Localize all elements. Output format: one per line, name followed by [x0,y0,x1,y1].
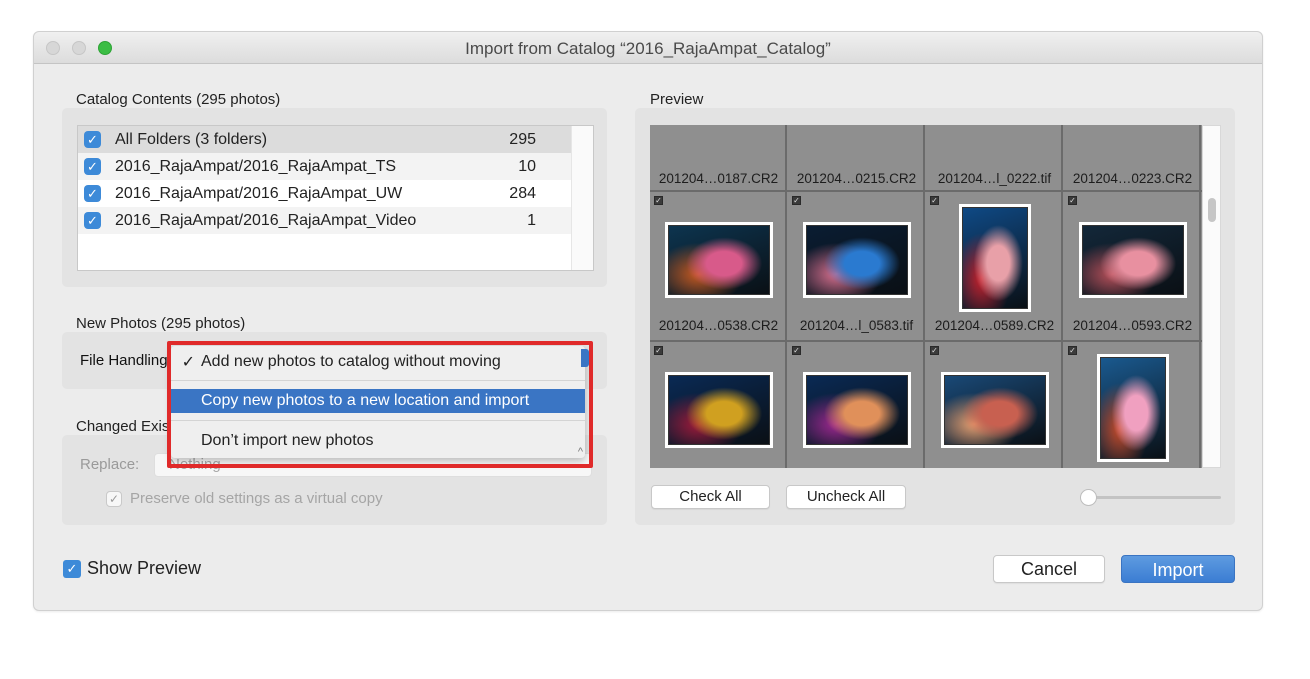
folder-checkbox[interactable]: ✓ [84,212,101,229]
folder-list-scrollbar[interactable] [571,126,593,270]
folder-checkbox[interactable]: ✓ [84,158,101,175]
title-bar: Import from Catalog “2016_RajaAmpat_Cata… [34,32,1262,64]
check-all-button[interactable]: Check All [651,485,770,509]
window-title: Import from Catalog “2016_RajaAmpat_Cata… [34,39,1262,59]
folder-checkbox[interactable]: ✓ [84,185,101,202]
thumbnail-cell[interactable]: ✓ 201204…0593.CR2 [1064,192,1201,340]
import-button[interactable]: Import [1121,555,1235,583]
folder-name: All Folders (3 folders) [115,131,476,149]
slider-knob[interactable] [1080,489,1097,506]
thumbnail-checkbox[interactable]: ✓ [792,196,801,205]
thumbnail-cell[interactable]: 201204…0223.CR2 [1064,125,1201,193]
thumbnail-checkbox[interactable]: ✓ [654,196,663,205]
show-preview-checkbox[interactable]: ✓ [63,560,81,578]
folder-name: 2016_RajaAmpat/2016_RajaAmpat_UW [115,185,476,203]
thumbnail-checkbox[interactable]: ✓ [930,196,939,205]
thumbnail-filename: 201204…0593.CR2 [1064,318,1201,333]
thumbnail-cell[interactable]: ✓ [650,342,787,468]
thumbnail-checkbox[interactable]: ✓ [792,346,801,355]
photo-thumbnail[interactable] [1079,222,1187,298]
thumbnail-cell[interactable]: 201204…l_0222.tif [926,125,1063,193]
photo-thumbnail[interactable] [665,372,773,448]
scrollbar-thumb[interactable] [1208,198,1216,222]
thumbnail-filename: 201204…0223.CR2 [1064,171,1201,186]
folder-row[interactable]: ✓ 2016_RajaAmpat/2016_RajaAmpat_Video 1 [78,207,572,234]
thumbnail-filename: 201204…0187.CR2 [650,171,787,186]
thumbnail-cell[interactable]: ✓ [926,342,1063,468]
folder-row[interactable]: ✓ 2016_RajaAmpat/2016_RajaAmpat_UW 284 [78,180,572,207]
thumbnail-filename: 201204…l_0583.tif [788,318,925,333]
thumbnail-checkbox[interactable]: ✓ [1068,196,1077,205]
thumbnail-filename: 201204…0215.CR2 [788,171,925,186]
folder-row[interactable]: ✓ 2016_RajaAmpat/2016_RajaAmpat_TS 10 [78,153,572,180]
photo-thumbnail[interactable] [665,222,773,298]
thumbnail-checkbox[interactable]: ✓ [1068,346,1077,355]
thumbnail-checkbox[interactable]: ✓ [930,346,939,355]
thumbnail-filename: 201204…0589.CR2 [926,318,1063,333]
preserve-virtual-copy-option[interactable]: ✓ Preserve old settings as a virtual cop… [106,490,383,507]
preserve-checkbox[interactable]: ✓ [106,491,122,507]
preview-label: Preview [650,91,703,108]
thumbnail-filename: 201204…l_0222.tif [926,171,1063,186]
photo-thumbnail[interactable] [1097,354,1169,462]
thumbnail-size-slider[interactable] [1086,496,1221,499]
replace-label: Replace: [80,456,139,473]
folder-count: 10 [476,158,536,176]
thumbnail-cell[interactable]: ✓ 201204…0538.CR2 [650,192,787,340]
cancel-button[interactable]: Cancel [993,555,1105,583]
folder-name: 2016_RajaAmpat/2016_RajaAmpat_Video [115,212,476,230]
annotation-highlight-box [167,341,593,468]
preview-grid: 201204…0187.CR2201204…0215.CR2201204…l_0… [650,125,1202,468]
thumbnail-cell[interactable]: ✓ 201204…l_0583.tif [788,192,925,340]
folder-name: 2016_RajaAmpat/2016_RajaAmpat_TS [115,158,476,176]
photo-thumbnail[interactable] [803,222,911,298]
folder-count: 295 [476,131,536,149]
catalog-contents-label: Catalog Contents (295 photos) [76,91,280,108]
folder-count: 284 [476,185,536,203]
folder-checkbox[interactable]: ✓ [84,131,101,148]
thumbnail-filename: 201204…0538.CR2 [650,318,787,333]
preview-scrollbar[interactable] [1202,125,1221,468]
folder-list: ✓ All Folders (3 folders) 295 ✓ 2016_Raj… [77,125,594,271]
file-handling-label: File Handling: [80,352,172,369]
photo-thumbnail[interactable] [959,204,1031,312]
thumbnail-cell[interactable]: ✓ [1064,342,1201,468]
photo-thumbnail[interactable] [941,372,1049,448]
show-preview-label: Show Preview [87,558,201,579]
preserve-label: Preserve old settings as a virtual copy [130,490,383,507]
thumbnail-cell[interactable]: ✓ [788,342,925,468]
new-photos-label: New Photos (295 photos) [76,315,245,332]
folder-row[interactable]: ✓ All Folders (3 folders) 295 [78,126,572,153]
thumbnail-checkbox[interactable]: ✓ [654,346,663,355]
thumbnail-cell[interactable]: 201204…0187.CR2 [650,125,787,193]
uncheck-all-button[interactable]: Uncheck All [786,485,906,509]
thumbnail-cell[interactable]: ✓ 201204…0589.CR2 [926,192,1063,340]
folder-count: 1 [476,212,536,230]
thumbnail-cell[interactable]: 201204…0215.CR2 [788,125,925,193]
import-from-catalog-dialog: Import from Catalog “2016_RajaAmpat_Cata… [33,31,1263,611]
photo-thumbnail[interactable] [803,372,911,448]
show-preview-option[interactable]: ✓ Show Preview [63,558,201,579]
